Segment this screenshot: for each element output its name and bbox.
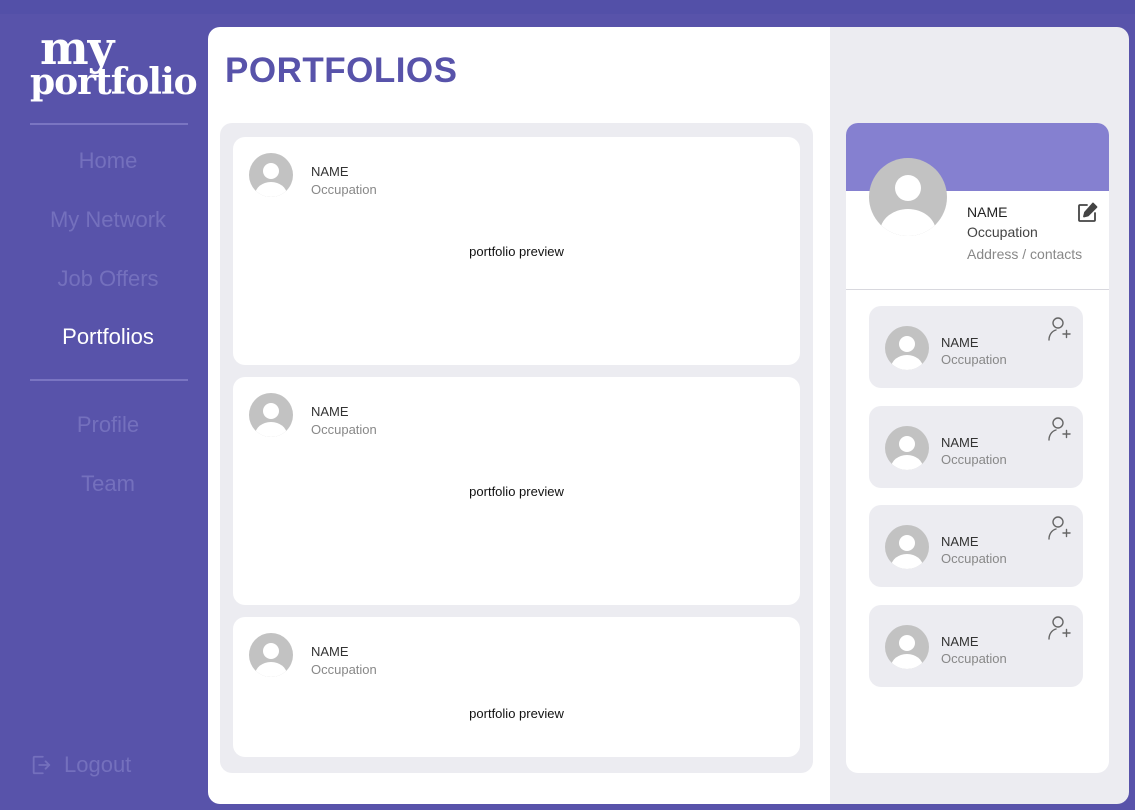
suggestion-name: NAME: [941, 534, 979, 549]
suggestion-name: NAME: [941, 435, 979, 450]
sidebar-item-job-offers[interactable]: Job Offers: [8, 266, 208, 292]
sidebar-item-team[interactable]: Team: [8, 471, 208, 497]
avatar: [249, 393, 293, 437]
suggestion-occupation: Occupation: [941, 452, 1007, 467]
portfolio-card[interactable]: NAME Occupation portfolio preview: [233, 137, 800, 365]
portfolio-card[interactable]: NAME Occupation portfolio preview: [233, 377, 800, 605]
suggestion-occupation: Occupation: [941, 651, 1007, 666]
right-panel: NAME Occupation Address / contacts NAME …: [830, 27, 1129, 804]
portfolio-preview: portfolio preview: [469, 706, 564, 721]
logo-line2: portfolio: [30, 60, 198, 103]
suggestion-card[interactable]: NAME Occupation: [869, 406, 1083, 488]
profile-avatar: [869, 158, 947, 236]
app-logo: my portfolio: [30, 25, 200, 103]
avatar: [885, 426, 929, 470]
suggestion-card[interactable]: NAME Occupation: [869, 605, 1083, 687]
avatar: [885, 625, 929, 669]
profile-name: NAME: [967, 204, 1008, 220]
edit-icon[interactable]: [1075, 201, 1099, 225]
suggestion-name: NAME: [941, 335, 979, 350]
profile-occupation: Occupation: [967, 224, 1038, 240]
suggestion-occupation: Occupation: [941, 551, 1007, 566]
card-name: NAME: [311, 644, 349, 659]
add-user-icon[interactable]: [1046, 615, 1072, 641]
sidebar-item-profile[interactable]: Profile: [8, 412, 208, 438]
portfolio-preview: portfolio preview: [469, 244, 564, 259]
logout-button[interactable]: Logout: [30, 752, 131, 778]
avatar: [249, 153, 293, 197]
add-user-icon[interactable]: [1046, 416, 1072, 442]
sidebar-divider: [30, 379, 188, 381]
avatar: [885, 326, 929, 370]
card-occupation: Occupation: [311, 662, 377, 677]
window-frame: [0, 0, 1135, 14]
card-occupation: Occupation: [311, 182, 377, 197]
card-name: NAME: [311, 404, 349, 419]
profile-divider: [846, 289, 1109, 290]
sidebar: my portfolio Home My Network Job Offers …: [8, 14, 208, 804]
avatar: [885, 525, 929, 569]
profile-address: Address / contacts: [967, 246, 1083, 262]
page-title: PORTFOLIOS: [225, 51, 458, 90]
portfolio-card[interactable]: NAME Occupation portfolio preview: [233, 617, 800, 757]
profile-card: NAME Occupation Address / contacts NAME …: [846, 123, 1109, 773]
card-occupation: Occupation: [311, 422, 377, 437]
suggestion-card[interactable]: NAME Occupation: [869, 306, 1083, 388]
logout-icon: [32, 755, 51, 775]
suggestion-occupation: Occupation: [941, 352, 1007, 367]
sidebar-item-portfolios[interactable]: Portfolios: [8, 324, 208, 350]
sidebar-item-home[interactable]: Home: [8, 148, 208, 174]
add-user-icon[interactable]: [1046, 515, 1072, 541]
add-user-icon[interactable]: [1046, 316, 1072, 342]
portfolio-preview: portfolio preview: [469, 484, 564, 499]
sidebar-item-my-network[interactable]: My Network: [8, 207, 208, 233]
suggestion-name: NAME: [941, 634, 979, 649]
portfolio-feed[interactable]: NAME Occupation portfolio preview NAME O…: [220, 123, 813, 773]
avatar: [249, 633, 293, 677]
sidebar-divider: [30, 123, 188, 125]
main-panel: PORTFOLIOS NAME Occupation portfolio pre…: [208, 27, 830, 804]
logout-label: Logout: [64, 752, 132, 777]
card-name: NAME: [311, 164, 349, 179]
suggestion-card[interactable]: NAME Occupation: [869, 505, 1083, 587]
